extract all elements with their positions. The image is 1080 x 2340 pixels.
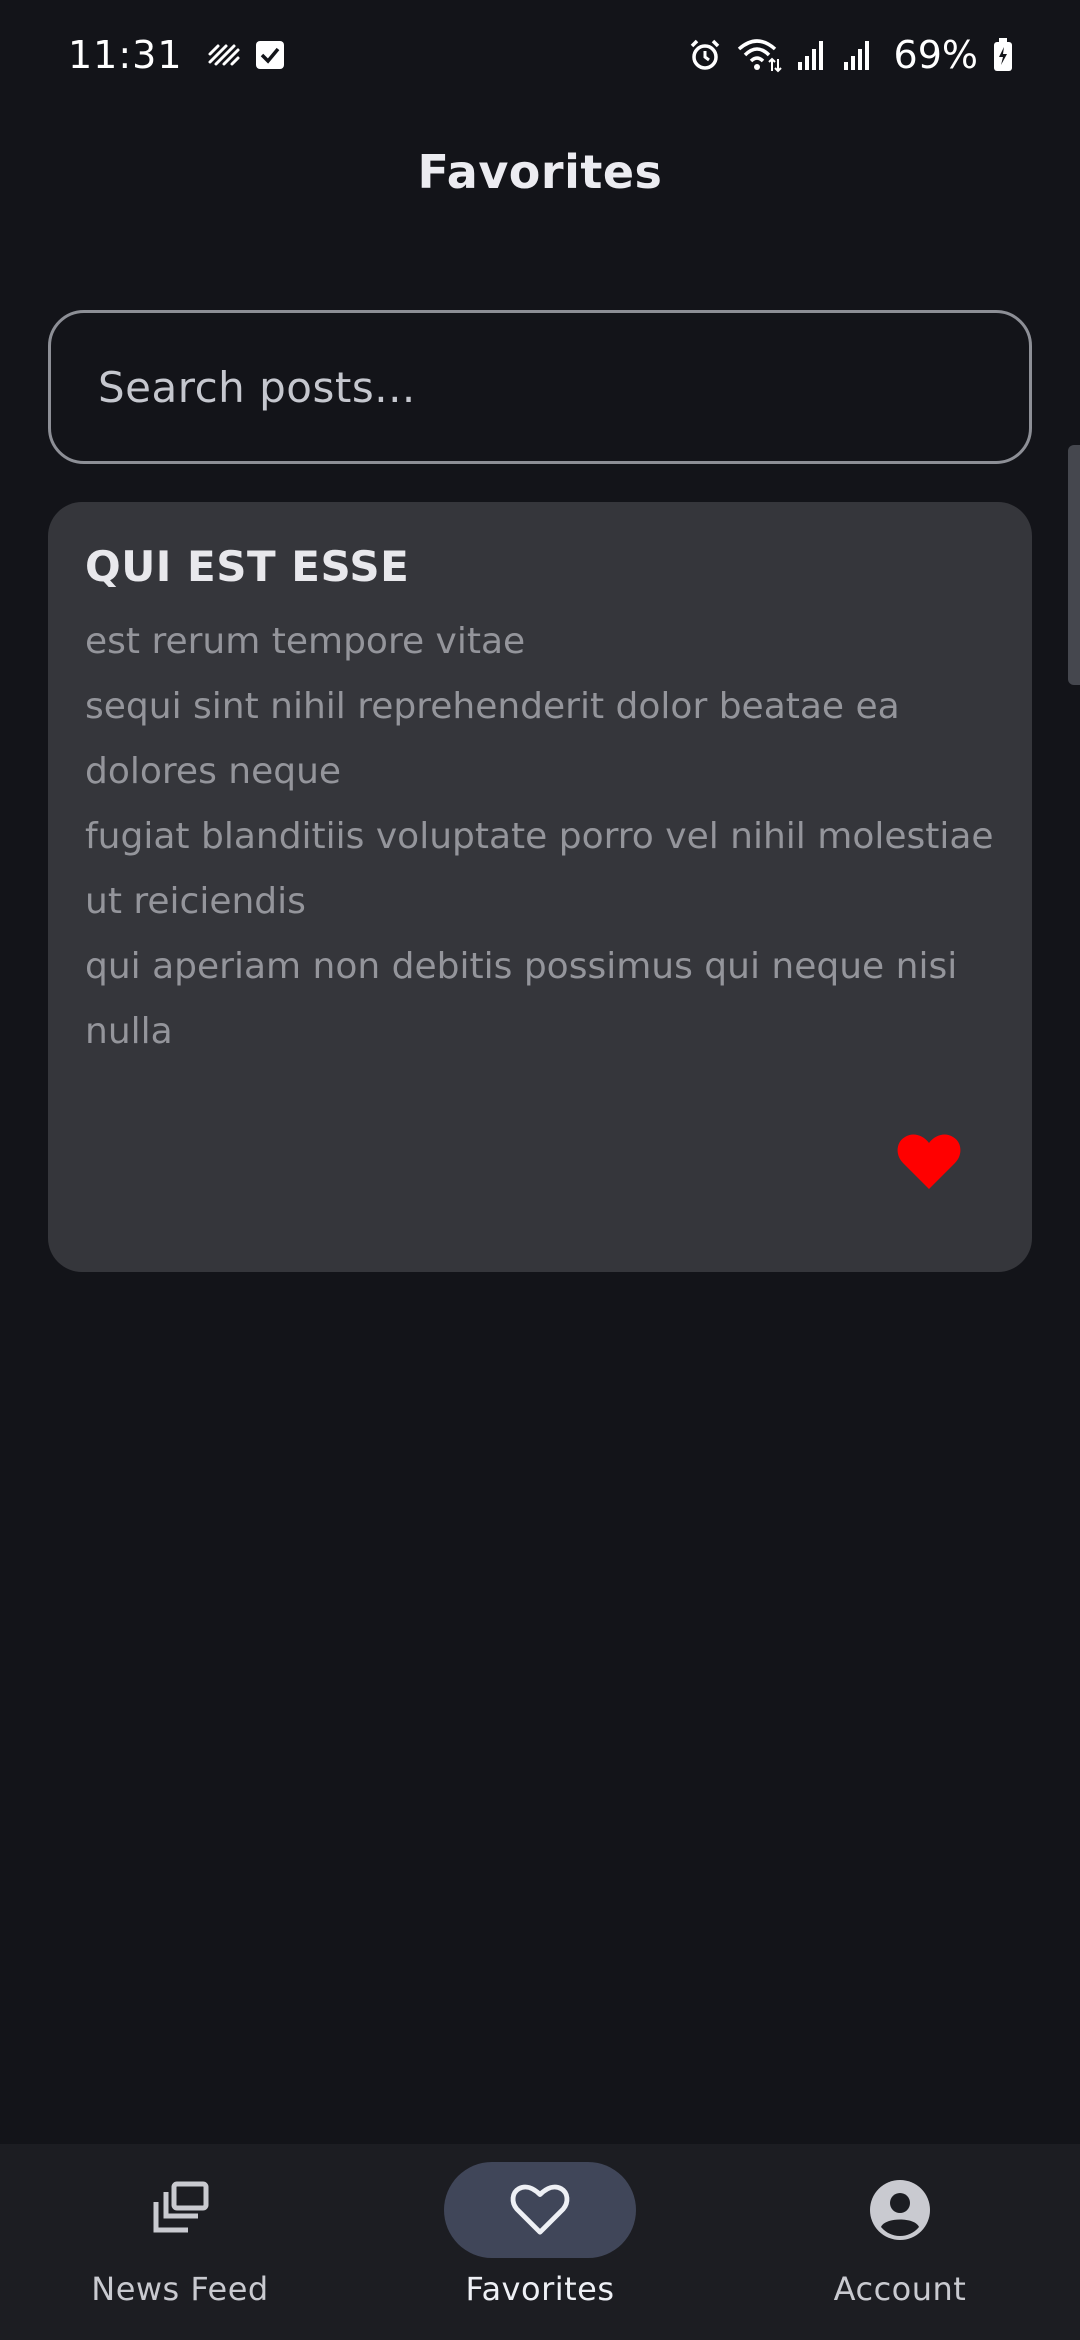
- nav-active-indicator: [444, 2162, 636, 2258]
- post-body: est rerum tempore vitae sequi sint nihil…: [85, 609, 996, 1064]
- spark-icon: [207, 40, 241, 70]
- battery-icon: [992, 37, 1014, 73]
- battery-percentage: 69%: [893, 33, 978, 77]
- scrollbar-thumb[interactable]: [1068, 445, 1080, 685]
- nav-item-news-feed[interactable]: News Feed: [0, 2144, 360, 2340]
- nav-label: Account: [833, 2270, 967, 2308]
- status-time: 11:31: [68, 33, 183, 77]
- wifi-icon: [736, 37, 782, 73]
- bottom-navigation: News Feed Favorites Account: [0, 2144, 1080, 2340]
- post-body-line: qui aperiam non debitis possimus qui neq…: [85, 946, 958, 1052]
- post-body-line: est rerum tempore vitae: [85, 621, 526, 662]
- favorite-button[interactable]: [896, 1132, 962, 1192]
- checkbox-icon: [255, 39, 285, 71]
- status-bar: 11:31 69%: [0, 0, 1080, 110]
- post-title: QUI EST ESSE: [85, 542, 410, 591]
- screen: 11:31 69% Favorites Search posts... QUI …: [0, 0, 1080, 2340]
- search-input[interactable]: [98, 362, 1029, 412]
- news-feed-icon: [153, 2181, 209, 2233]
- signal-icon: [842, 38, 874, 72]
- heart-icon: [510, 2184, 570, 2235]
- post-card[interactable]: QUI EST ESSE est rerum tempore vitae seq…: [48, 502, 1032, 1272]
- account-icon: [870, 2180, 930, 2240]
- search-box[interactable]: [48, 310, 1032, 464]
- status-left: 11:31: [68, 33, 285, 77]
- nav-item-account[interactable]: Account: [720, 2144, 1080, 2340]
- heart-filled-icon: [897, 1134, 961, 1189]
- post-body-line: sequi sint nihil reprehenderit dolor bea…: [85, 686, 900, 792]
- post-body-line: fugiat blanditiis voluptate porro vel ni…: [85, 816, 994, 922]
- nav-label: Favorites: [465, 2270, 615, 2308]
- alarm-icon: [688, 38, 722, 72]
- status-right: 69%: [688, 33, 1014, 77]
- page-title: Favorites: [417, 145, 663, 199]
- nav-label: News Feed: [91, 2270, 269, 2308]
- nav-icon-container: [804, 2162, 996, 2258]
- nav-item-favorites[interactable]: Favorites: [360, 2144, 720, 2340]
- signal-icon: [796, 38, 828, 72]
- nav-icon-container: [84, 2162, 276, 2258]
